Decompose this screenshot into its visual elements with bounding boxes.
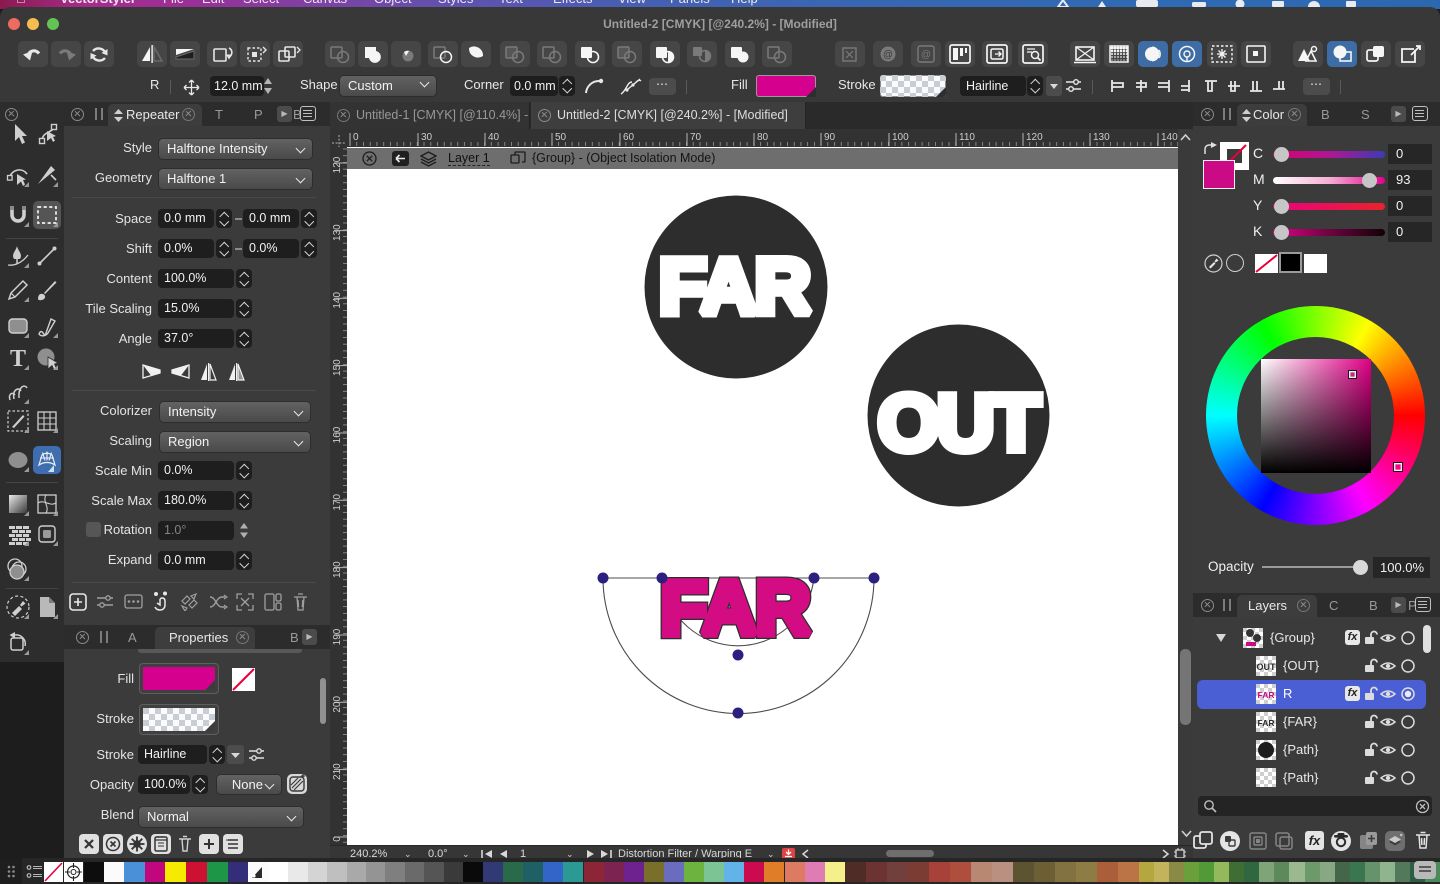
- svg-text:130: 130: [1093, 132, 1110, 143]
- svg-text:150: 150: [332, 359, 343, 376]
- svg-text:210: 210: [332, 763, 343, 780]
- svg-text:FAR: FAR: [659, 242, 810, 330]
- svg-text:180: 180: [332, 561, 343, 578]
- svg-text:80: 80: [757, 132, 769, 143]
- svg-text:140: 140: [332, 292, 343, 309]
- svg-text:FAR: FAR: [1258, 690, 1275, 700]
- svg-text:110: 110: [959, 132, 975, 143]
- svg-text:@: @: [883, 50, 893, 61]
- svg-text:40: 40: [488, 132, 500, 143]
- svg-text:120: 120: [332, 156, 343, 173]
- svg-text:100: 100: [892, 132, 909, 143]
- svg-text:@: @: [921, 50, 931, 61]
- svg-text:130: 130: [332, 224, 343, 241]
- svg-text:120: 120: [1026, 132, 1043, 143]
- svg-text:60: 60: [623, 132, 635, 143]
- svg-text:70: 70: [690, 132, 702, 143]
- svg-text:90: 90: [824, 132, 836, 143]
- svg-text:OUT: OUT: [1257, 662, 1277, 672]
- svg-text:FAR: FAR: [1258, 718, 1275, 728]
- svg-text:30: 30: [421, 132, 433, 143]
- svg-text:FAR: FAR: [661, 566, 810, 651]
- svg-text:140: 140: [1161, 132, 1178, 143]
- svg-text:190: 190: [332, 628, 343, 645]
- svg-text:200: 200: [332, 696, 343, 713]
- svg-text:0: 0: [353, 132, 359, 143]
- svg-text:160: 160: [332, 426, 343, 443]
- svg-text:T: T: [10, 346, 26, 371]
- svg-text:0: 0: [332, 836, 343, 842]
- svg-text:170: 170: [332, 494, 343, 511]
- svg-text:50: 50: [555, 132, 567, 143]
- svg-text:OUT: OUT: [878, 378, 1041, 467]
